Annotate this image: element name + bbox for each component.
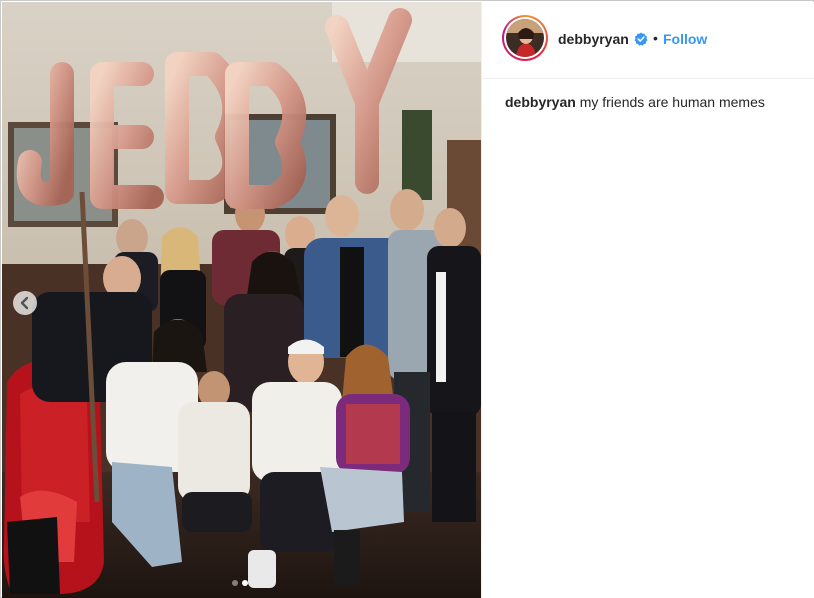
carousel-dot-active <box>242 580 248 586</box>
post-photo <box>2 2 481 598</box>
verified-badge-icon <box>634 32 648 46</box>
instagram-post-embed: debbyryan • Follow debbyryan my friends … <box>0 0 814 598</box>
carousel-indicator <box>232 580 252 586</box>
carousel-prev-button[interactable] <box>13 291 37 315</box>
post-header: debbyryan • Follow <box>482 2 814 79</box>
separator-dot: • <box>653 30 658 46</box>
avatar[interactable] <box>502 15 548 61</box>
post-photo-image <box>2 2 481 598</box>
username-link[interactable]: debbyryan <box>558 31 629 47</box>
carousel-dot <box>232 580 238 586</box>
chevron-left-icon <box>20 296 29 310</box>
caption-username-link[interactable]: debbyryan <box>505 94 576 110</box>
caption-text: my friends are human memes <box>579 94 765 110</box>
follow-button[interactable]: Follow <box>663 31 707 47</box>
post-sidebar: debbyryan • Follow debbyryan my friends … <box>481 2 814 598</box>
post-caption: debbyryan my friends are human memes <box>505 93 805 111</box>
avatar-image <box>506 19 544 57</box>
